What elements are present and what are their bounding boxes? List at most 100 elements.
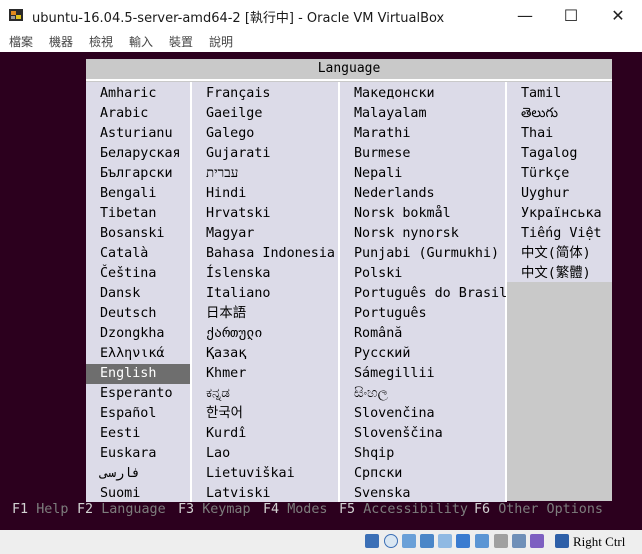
language-option[interactable]: Asturianu bbox=[86, 124, 190, 144]
language-option[interactable]: ქართული bbox=[192, 324, 338, 344]
menu-file[interactable]: 檔案 bbox=[9, 33, 33, 50]
language-option[interactable]: Íslenska bbox=[192, 264, 338, 284]
language-option[interactable]: Hindi bbox=[192, 184, 338, 204]
language-option[interactable]: Қазақ bbox=[192, 344, 338, 364]
recording-icon[interactable] bbox=[494, 534, 508, 548]
language-option[interactable]: Suomi bbox=[86, 484, 190, 504]
language-option[interactable]: Tamil bbox=[507, 84, 612, 104]
language-option[interactable]: Български bbox=[86, 164, 190, 184]
language-option[interactable]: Nepali bbox=[340, 164, 505, 184]
optical-drive-icon[interactable] bbox=[384, 534, 398, 548]
vm-console[interactable]: Language Amharic Arabic Asturianu Беларуска… bbox=[0, 52, 642, 530]
language-option[interactable]: Esperanto bbox=[86, 384, 190, 404]
language-option[interactable]: 日本語 bbox=[192, 304, 338, 324]
usb-icon[interactable] bbox=[438, 534, 452, 548]
language-option[interactable]: 中文(简体) bbox=[507, 244, 612, 264]
language-option[interactable]: Српски bbox=[340, 464, 505, 484]
language-option[interactable]: Thai bbox=[507, 124, 612, 144]
language-option[interactable]: Português do Brasil bbox=[340, 284, 507, 304]
language-option[interactable]: Català bbox=[86, 244, 190, 264]
language-option[interactable]: Shqip bbox=[340, 444, 505, 464]
language-option[interactable]: Eesti bbox=[86, 424, 190, 444]
language-option-selected[interactable]: English bbox=[86, 364, 190, 384]
language-option[interactable]: Gujarati bbox=[192, 144, 338, 164]
language-option[interactable]: Malayalam bbox=[340, 104, 505, 124]
language-option[interactable]: Sámegillii bbox=[340, 364, 505, 384]
fkey-keymap[interactable]: F3 Keymap bbox=[178, 502, 251, 517]
maximize-button[interactable]: ☐ bbox=[548, 0, 594, 31]
network-icon[interactable] bbox=[420, 534, 434, 548]
language-option[interactable]: Nederlands bbox=[340, 184, 505, 204]
language-option[interactable]: Slovenčina bbox=[340, 404, 505, 424]
shared-folder-icon[interactable] bbox=[456, 534, 470, 548]
language-option[interactable]: Hrvatski bbox=[192, 204, 338, 224]
language-option[interactable]: Kurdî bbox=[192, 424, 338, 444]
fkey-accessibility[interactable]: F5 Accessibility bbox=[339, 502, 468, 517]
language-option[interactable]: Deutsch bbox=[86, 304, 190, 324]
language-option[interactable]: فارسی bbox=[86, 464, 190, 484]
cpu-icon[interactable] bbox=[530, 534, 544, 548]
language-option[interactable]: Galego bbox=[192, 124, 338, 144]
language-option[interactable]: Marathi bbox=[340, 124, 505, 144]
hard-disk-icon[interactable] bbox=[365, 534, 379, 548]
language-option[interactable]: Dansk bbox=[86, 284, 190, 304]
language-option[interactable]: Македонски bbox=[340, 84, 505, 104]
language-option[interactable]: Español bbox=[86, 404, 190, 424]
arrow-icon[interactable] bbox=[555, 534, 569, 548]
menu-devices[interactable]: 裝置 bbox=[169, 33, 193, 50]
fkey-language[interactable]: F2 Language bbox=[77, 502, 166, 517]
language-option[interactable]: Українська bbox=[507, 204, 612, 224]
language-option[interactable]: Gaeilge bbox=[192, 104, 338, 124]
audio-icon[interactable] bbox=[402, 534, 416, 548]
language-option[interactable]: Magyar bbox=[192, 224, 338, 244]
display-icon[interactable] bbox=[475, 534, 489, 548]
language-option[interactable]: Română bbox=[340, 324, 505, 344]
fkey-other-options[interactable]: F6 Other Options bbox=[474, 502, 603, 517]
language-option[interactable]: Русский bbox=[340, 344, 505, 364]
language-option[interactable]: 한국어 bbox=[192, 404, 338, 424]
fkey-modes[interactable]: F4 Modes bbox=[263, 502, 328, 517]
language-option[interactable]: Amharic bbox=[86, 84, 190, 104]
language-option[interactable]: Tagalog bbox=[507, 144, 612, 164]
close-button[interactable]: ✕ bbox=[595, 0, 641, 31]
language-option[interactable]: Ελληνικά bbox=[86, 344, 190, 364]
language-option[interactable]: Svenska bbox=[340, 484, 505, 504]
language-option[interactable]: Čeština bbox=[86, 264, 190, 284]
minimize-button[interactable]: — bbox=[502, 0, 548, 31]
language-option[interactable]: Khmer bbox=[192, 364, 338, 384]
language-option[interactable]: Bengali bbox=[86, 184, 190, 204]
menu-help[interactable]: 說明 bbox=[209, 33, 233, 50]
language-option[interactable]: Dzongkha bbox=[86, 324, 190, 344]
language-option[interactable]: Tibetan bbox=[86, 204, 190, 224]
language-option[interactable]: ಕನ್ನಡ bbox=[192, 384, 338, 404]
language-option[interactable]: Lao bbox=[192, 444, 338, 464]
menu-input[interactable]: 輸入 bbox=[129, 33, 153, 50]
language-option[interactable]: Tiếng Việt bbox=[507, 224, 612, 244]
menu-machine[interactable]: 機器 bbox=[49, 33, 73, 50]
mouse-integration-icon[interactable] bbox=[512, 534, 526, 548]
language-option[interactable]: Français bbox=[192, 84, 338, 104]
language-option[interactable]: Bosanski bbox=[86, 224, 190, 244]
language-option[interactable]: 中文(繁體) bbox=[507, 264, 612, 284]
fkey-help[interactable]: F1 Help bbox=[12, 502, 68, 517]
language-option[interactable]: Norsk nynorsk bbox=[340, 224, 505, 244]
language-option[interactable]: Беларуская bbox=[86, 144, 190, 164]
language-option[interactable]: Lietuviškai bbox=[192, 464, 338, 484]
language-option[interactable]: Arabic bbox=[86, 104, 190, 124]
language-option[interactable]: Polski bbox=[340, 264, 505, 284]
language-option[interactable]: Norsk bokmål bbox=[340, 204, 505, 224]
language-option[interactable]: Uyghur bbox=[507, 184, 612, 204]
language-option[interactable]: Slovenščina bbox=[340, 424, 505, 444]
language-option[interactable]: සිංහල bbox=[340, 384, 505, 404]
language-option[interactable]: Bahasa Indonesia bbox=[192, 244, 338, 264]
language-option[interactable]: Punjabi (Gurmukhi) bbox=[340, 244, 505, 264]
language-option[interactable]: Euskara bbox=[86, 444, 190, 464]
language-option[interactable]: Burmese bbox=[340, 144, 505, 164]
language-option[interactable]: Türkçe bbox=[507, 164, 612, 184]
language-option[interactable]: Português bbox=[340, 304, 505, 324]
menu-view[interactable]: 檢視 bbox=[89, 33, 113, 50]
language-option[interactable]: Latviski bbox=[192, 484, 338, 504]
language-option[interactable]: తెలుగు bbox=[507, 104, 612, 124]
language-option[interactable]: Italiano bbox=[192, 284, 338, 304]
language-option[interactable]: עברית bbox=[192, 164, 338, 184]
